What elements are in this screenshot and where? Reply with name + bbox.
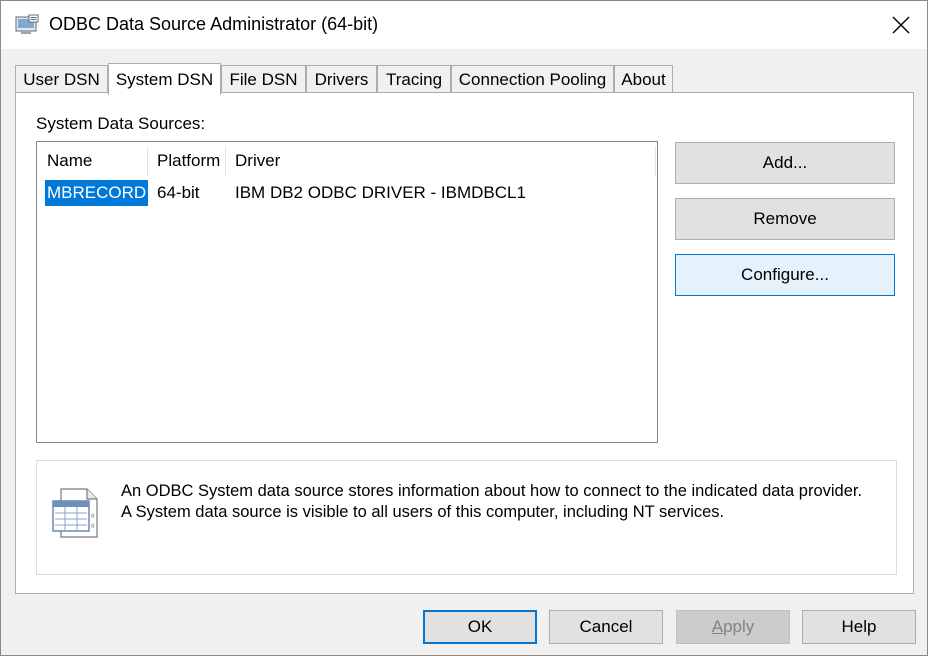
info-box: 0 0 An ODBC System data source stores in…	[36, 460, 897, 575]
column-header-platform[interactable]: Platform	[147, 142, 225, 180]
ok-button[interactable]: OK	[423, 610, 537, 644]
odbc-admin-icon	[15, 14, 39, 34]
odbc-admin-window: ODBC Data Source Administrator (64-bit) …	[0, 0, 928, 656]
row-driver-cell[interactable]: IBM DB2 ODBC DRIVER - IBMDBCL1	[235, 180, 526, 206]
row-platform-cell[interactable]: 64-bit	[157, 180, 200, 206]
column-header-name[interactable]: Name	[37, 142, 147, 180]
column-header-driver[interactable]: Driver	[225, 142, 645, 180]
info-line-1: An ODBC System data source stores inform…	[121, 482, 863, 500]
help-button[interactable]: Help	[802, 610, 916, 644]
system-data-sources-label: System Data Sources:	[36, 114, 206, 133]
row-name-cell[interactable]: MBRECORD	[45, 180, 149, 206]
title-bar[interactable]: ODBC Data Source Administrator (64-bit)	[1, 1, 927, 49]
tab-file-dsn[interactable]: File DSN	[221, 65, 306, 94]
tab-connection-pooling[interactable]: Connection Pooling	[451, 65, 614, 94]
add-button[interactable]: Add...	[675, 142, 895, 184]
window-title: ODBC Data Source Administrator (64-bit)	[49, 14, 379, 34]
remove-button[interactable]: Remove	[675, 198, 895, 240]
column-separator[interactable]	[655, 146, 656, 176]
info-line-2: A System data source is visible to all u…	[121, 503, 725, 521]
close-button[interactable]	[883, 7, 919, 43]
apply-button[interactable]: Apply	[676, 610, 790, 644]
info-description: An ODBC System data source stores inform…	[121, 481, 862, 523]
tab-system-dsn[interactable]: System DSN	[108, 63, 221, 95]
system-data-sources-list[interactable]: Name Platform Driver MBRECORD 64-bit IBM…	[36, 141, 658, 443]
system-dsn-panel: System Data Sources: Name Platform Drive…	[15, 92, 914, 594]
data-source-document-icon: 0 0	[52, 488, 98, 538]
tab-user-dsn[interactable]: User DSN	[15, 65, 108, 94]
tab-drivers[interactable]: Drivers	[306, 65, 377, 94]
apply-mnemonic: A	[711, 617, 724, 636]
cancel-button[interactable]: Cancel	[549, 610, 663, 644]
tab-about[interactable]: About	[614, 65, 673, 94]
apply-label-rest: pply	[723, 617, 755, 636]
close-icon	[892, 16, 910, 34]
svg-text:0: 0	[91, 513, 95, 520]
svg-text:0: 0	[91, 523, 95, 530]
tab-tracing[interactable]: Tracing	[377, 65, 451, 94]
configure-button[interactable]: Configure...	[675, 254, 895, 296]
